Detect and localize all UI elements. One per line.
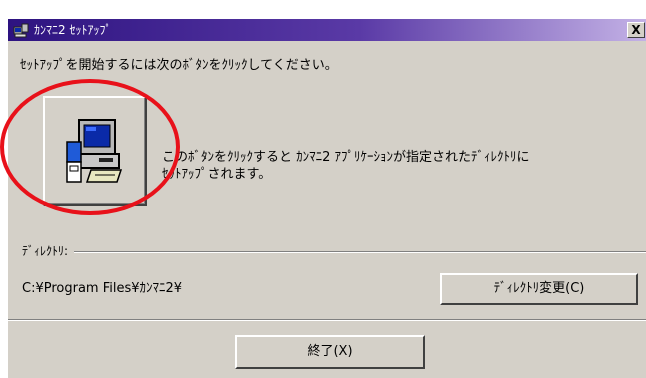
setup-dialog: ｶﾝﾏﾆ2 ｾｯﾄｱｯﾌﾟ X ｾｯﾄｱｯﾌﾟを開始するには次のﾎﾞﾀﾝをｸﾘｯ… — [7, 18, 646, 378]
description-line-1: このﾎﾞﾀﾝをｸﾘｯｸすると ｶﾝﾏﾆ2 ｱﾌﾟﾘｹｰｼｮﾝが指定されたﾃﾞｨﾚ… — [162, 150, 530, 165]
directory-group-line — [74, 251, 646, 253]
close-button[interactable]: X — [627, 22, 645, 38]
directory-path: C:¥Program Files¥ｶﾝﾏﾆ2¥ — [22, 281, 183, 296]
setup-description: このﾎﾞﾀﾝをｸﾘｯｸすると ｶﾝﾏﾆ2 ｱﾌﾟﾘｹｰｼｮﾝが指定されたﾃﾞｨﾚ… — [162, 149, 530, 183]
setup-button[interactable] — [43, 96, 147, 206]
exit-button[interactable]: 終了(X) — [235, 335, 425, 369]
footer-divider — [8, 319, 646, 321]
change-directory-button[interactable]: ﾃﾞｨﾚｸﾄﾘ変更(C) — [440, 273, 638, 305]
directory-group-label: ﾃﾞｨﾚｸﾄﾘ: — [22, 244, 71, 258]
description-line-2: ｾｯﾄｱｯﾌﾟされます。 — [162, 167, 272, 182]
title-bar[interactable]: ｶﾝﾏﾆ2 ｾｯﾄｱｯﾌﾟ X — [8, 19, 646, 41]
instruction-text: ｾｯﾄｱｯﾌﾟを開始するには次のﾎﾞﾀﾝをｸﾘｯｸしてください。 — [20, 58, 338, 73]
window-title: ｶﾝﾏﾆ2 ｾｯﾄｱｯﾌﾟ — [34, 23, 112, 37]
setup-app-icon — [13, 22, 29, 38]
